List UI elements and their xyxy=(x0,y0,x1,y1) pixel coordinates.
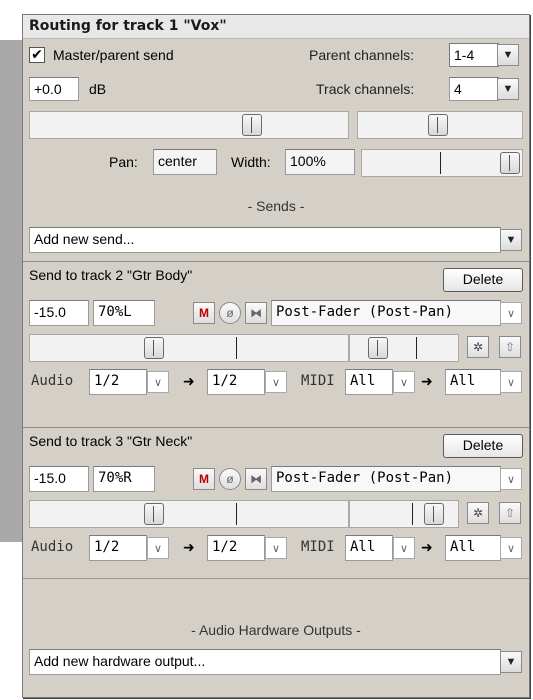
slider-knob[interactable] xyxy=(500,152,520,174)
width-slider[interactable] xyxy=(361,149,523,177)
send-pan-field[interactable]: 70%R xyxy=(93,466,155,492)
background-panel xyxy=(0,40,22,542)
send-block-2: Send to track 3 "Gtr Neck" Delete -15.0 … xyxy=(23,427,529,597)
send-pan-slider[interactable] xyxy=(349,500,459,528)
midi-dest-select[interactable]: All xyxy=(445,369,501,395)
chevron-down-icon[interactable]: ▼ xyxy=(500,229,522,251)
fx-icon[interactable]: ⇧ xyxy=(499,336,521,358)
master-send-checkbox[interactable]: ✔ xyxy=(29,47,45,63)
envelope-icon[interactable]: ✲ xyxy=(467,336,489,358)
right-arrow-icon: ➜ xyxy=(421,539,433,555)
midi-source-select[interactable]: All xyxy=(345,535,393,561)
master-volume-field[interactable]: +0.0 xyxy=(29,77,79,101)
master-send-label: Master/parent send xyxy=(53,47,174,63)
track-channels-label: Track channels: xyxy=(316,81,415,97)
chevron-down-icon[interactable]: ∨ xyxy=(265,537,287,559)
center-tick xyxy=(440,152,441,174)
chevron-down-icon[interactable]: ∨ xyxy=(265,371,287,393)
right-arrow-icon: ➜ xyxy=(421,373,433,389)
send-volume-slider[interactable] xyxy=(29,500,349,528)
unity-tick xyxy=(236,503,237,525)
chevron-down-icon[interactable]: ∨ xyxy=(393,537,415,559)
audio-source-select[interactable]: 1/2 xyxy=(89,369,147,395)
mono-stereo-icon[interactable]: ⧓ xyxy=(245,302,267,324)
center-tick xyxy=(416,337,417,359)
hardware-outputs-header: - Audio Hardware Outputs - xyxy=(191,622,361,638)
pan-field[interactable]: center xyxy=(153,149,217,175)
audio-source-select[interactable]: 1/2 xyxy=(89,535,147,561)
width-label: Width: xyxy=(231,154,271,170)
audio-label: Audio xyxy=(31,373,74,389)
sends-header: - Sends - xyxy=(247,198,305,214)
send-block-1: Send to track 2 "Gtr Body" Delete -15.0 … xyxy=(23,261,529,421)
parent-channels-label: Parent channels: xyxy=(309,47,415,63)
chevron-down-icon[interactable]: ∨ xyxy=(500,371,522,393)
parent-channels-select[interactable]: 1-4 xyxy=(449,43,499,67)
send-volume-slider[interactable] xyxy=(29,334,349,362)
slider-knob[interactable] xyxy=(144,503,164,525)
audio-label: Audio xyxy=(31,539,74,555)
unity-tick xyxy=(236,337,237,359)
chevron-down-icon[interactable]: ∨ xyxy=(500,302,522,324)
right-arrow-icon: ➜ xyxy=(183,539,195,555)
send-pan-field[interactable]: 70%L xyxy=(93,300,155,326)
chevron-down-icon[interactable]: ▼ xyxy=(500,651,522,673)
volume-unit-label: dB xyxy=(89,81,107,97)
chevron-down-icon[interactable]: ▼ xyxy=(497,44,519,66)
send-mode-select[interactable]: Post-Fader (Post-Pan) xyxy=(271,466,501,492)
send-volume-field[interactable]: -15.0 xyxy=(29,300,89,326)
midi-source-select[interactable]: All xyxy=(345,369,393,395)
phase-invert-icon[interactable]: ø xyxy=(219,302,241,324)
master-volume-slider[interactable] xyxy=(29,111,349,139)
track-channels-select[interactable]: 4 xyxy=(449,77,499,101)
send-mode-select[interactable]: Post-Fader (Post-Pan) xyxy=(271,300,501,326)
width-field[interactable]: 100% xyxy=(285,149,355,175)
send-volume-field[interactable]: -15.0 xyxy=(29,466,89,492)
master-pan-slider[interactable] xyxy=(357,111,523,139)
phase-invert-icon[interactable]: ø xyxy=(219,468,241,490)
fx-icon[interactable]: ⇧ xyxy=(499,502,521,524)
pan-label: Pan: xyxy=(109,154,138,170)
chevron-down-icon[interactable]: ∨ xyxy=(147,371,169,393)
send-title: Send to track 3 "Gtr Neck" xyxy=(29,433,193,449)
chevron-down-icon[interactable]: ∨ xyxy=(500,468,522,490)
right-arrow-icon: ➜ xyxy=(183,373,195,389)
send-title: Send to track 2 "Gtr Body" xyxy=(29,267,193,283)
routing-window: Routing for track 1 "Vox" ✔ Master/paren… xyxy=(22,14,530,698)
mono-stereo-icon[interactable]: ⧓ xyxy=(245,468,267,490)
audio-dest-select[interactable]: 1/2 xyxy=(207,535,265,561)
chevron-down-icon[interactable]: ▼ xyxy=(497,78,519,100)
midi-label: MIDI xyxy=(301,539,335,555)
delete-send-button[interactable]: Delete xyxy=(443,268,523,292)
add-hardware-output-dropdown[interactable]: Add new hardware output... xyxy=(29,649,501,675)
window-title: Routing for track 1 "Vox" xyxy=(23,15,529,39)
delete-send-button[interactable]: Delete xyxy=(443,434,523,458)
chevron-down-icon[interactable]: ∨ xyxy=(147,537,169,559)
divider xyxy=(23,578,529,579)
add-send-dropdown[interactable]: Add new send... xyxy=(29,227,501,253)
envelope-icon[interactable]: ✲ xyxy=(467,502,489,524)
slider-knob[interactable] xyxy=(144,337,164,359)
slider-knob[interactable] xyxy=(368,337,388,359)
chevron-down-icon[interactable]: ∨ xyxy=(500,537,522,559)
slider-knob[interactable] xyxy=(428,114,448,136)
center-tick xyxy=(412,503,413,525)
mute-button[interactable]: M xyxy=(193,468,215,490)
midi-label: MIDI xyxy=(301,373,335,389)
slider-knob[interactable] xyxy=(424,503,444,525)
mute-button[interactable]: M xyxy=(193,302,215,324)
chevron-down-icon[interactable]: ∨ xyxy=(393,371,415,393)
send-pan-slider[interactable] xyxy=(349,334,459,362)
audio-dest-select[interactable]: 1/2 xyxy=(207,369,265,395)
slider-knob[interactable] xyxy=(242,114,262,136)
midi-dest-select[interactable]: All xyxy=(445,535,501,561)
